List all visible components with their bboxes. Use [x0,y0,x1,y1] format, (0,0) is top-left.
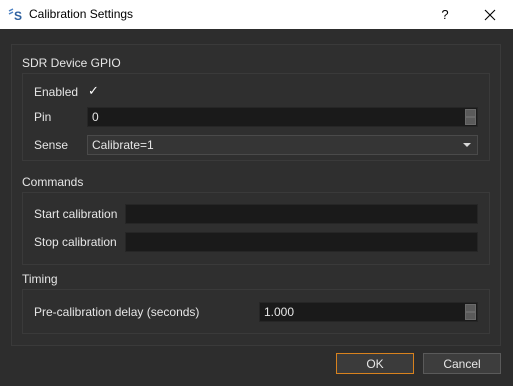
sense-dropdown[interactable]: Calibrate=1 [87,135,478,155]
stepper-up-icon[interactable] [465,109,476,117]
app-logo-icon: S [8,8,22,22]
commands-section-title: Commands [22,175,84,189]
gpio-section-title: SDR Device GPIO [22,56,121,70]
svg-text:S: S [14,9,22,22]
commands-group [22,192,490,265]
window-title: Calibration Settings [29,7,134,21]
enabled-label: Enabled [34,85,79,99]
stepper-down-icon[interactable] [465,312,476,320]
delay-value: 1.000 [264,305,295,319]
dialog-body: SDR Device GPIO Enabled ✓ Pin 0 Sense Ca… [0,29,513,386]
delay-label: Pre-calibration delay (seconds) [34,305,200,319]
title-bar: S Calibration Settings ? [0,0,513,29]
sense-value: Calibrate=1 [92,138,154,152]
pin-label: Pin [34,110,52,124]
enabled-checkbox[interactable]: ✓ [88,83,99,99]
pin-stepper[interactable] [465,109,476,125]
stepper-down-icon[interactable] [465,117,476,125]
chevron-down-icon [463,143,471,147]
timing-section-title: Timing [22,272,58,286]
stepper-up-icon[interactable] [465,304,476,312]
pin-spinbox[interactable]: 0 [87,107,478,127]
stop-calibration-label: Stop calibration [34,235,117,249]
start-calibration-input[interactable] [125,204,478,224]
close-icon [484,9,496,20]
stop-calibration-input[interactable] [125,232,478,252]
cancel-button[interactable]: Cancel [423,353,501,374]
ok-button[interactable]: OK [336,353,414,374]
sense-label: Sense [34,138,69,152]
close-button[interactable] [467,0,513,29]
delay-spinbox[interactable]: 1.000 [259,302,478,322]
delay-stepper[interactable] [465,304,476,320]
help-button[interactable]: ? [422,0,468,29]
start-calibration-label: Start calibration [34,207,118,221]
pin-value: 0 [92,110,99,124]
